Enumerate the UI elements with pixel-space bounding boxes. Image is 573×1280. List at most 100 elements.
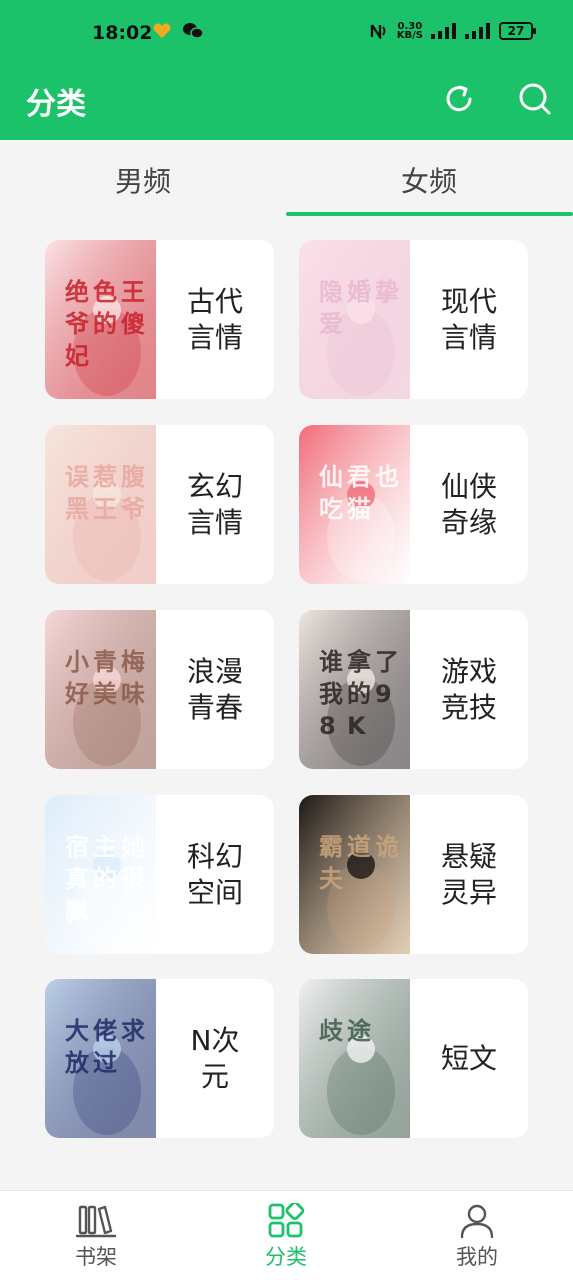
category-label: 游戏竞技 [440, 654, 497, 724]
svg-text:歧: 歧 [319, 1017, 344, 1045]
svg-text:主: 主 [93, 833, 117, 861]
svg-text:很: 很 [121, 865, 145, 893]
book-cover-image: 绝色王爷的傻妃 [45, 240, 156, 399]
svg-text:也: 也 [375, 463, 399, 491]
book-cover-image: 小青梅好美味 [45, 610, 156, 769]
svg-text:梅: 梅 [121, 648, 145, 676]
svg-text:仙: 仙 [319, 463, 343, 491]
svg-text:爷: 爷 [65, 310, 90, 338]
refresh-button[interactable] [440, 80, 478, 118]
category-label: 短文 [440, 1041, 497, 1075]
svg-text:好: 好 [64, 680, 89, 708]
nav-category[interactable]: 分类 [236, 1203, 336, 1271]
svg-text:霸: 霸 [319, 833, 343, 861]
svg-text:求: 求 [121, 1017, 145, 1045]
category-label: 现代言情 [440, 284, 497, 354]
svg-text:色: 色 [93, 278, 117, 306]
svg-text:她: 她 [121, 833, 145, 861]
signal-icon-2 [465, 23, 490, 39]
svg-text:的: 的 [93, 310, 117, 338]
page-title: 分类 [26, 87, 86, 122]
category-card[interactable]: 仙君也吃猫仙侠奇缘 [299, 425, 528, 584]
svg-text:腹: 腹 [121, 463, 146, 491]
battery-indicator: 27 [499, 22, 536, 40]
svg-text:诡: 诡 [375, 833, 399, 861]
status-time: 18:02 [92, 22, 153, 44]
svg-text:青: 青 [93, 648, 117, 676]
svg-text:猫: 猫 [347, 495, 371, 523]
category-card[interactable]: 误惹腹黑王爷玄幻言情 [45, 425, 274, 584]
category-label: 浪漫青春 [186, 654, 243, 724]
channel-tabs: 男频 女频 [0, 140, 573, 220]
category-card[interactable]: 大佬求放过 N次元 [45, 979, 274, 1138]
category-label: 科幻空间 [186, 839, 243, 909]
svg-text:过: 过 [93, 1049, 117, 1077]
svg-text:婚: 婚 [347, 278, 371, 306]
svg-text:的: 的 [93, 865, 117, 893]
nav-profile[interactable]: 我的 [427, 1203, 527, 1271]
svg-text:9: 9 [375, 680, 392, 708]
category-label: N次元 [190, 1023, 240, 1093]
nav-bookshelf[interactable]: 书架 [46, 1203, 146, 1271]
svg-text:美: 美 [93, 680, 117, 708]
book-cover-image: 误惹腹黑王爷 [45, 425, 156, 584]
category-card[interactable]: 绝色王爷的傻妃古代言情 [45, 240, 274, 399]
category-icon [268, 1203, 305, 1238]
svg-text:黑: 黑 [65, 495, 89, 523]
svg-text:的: 的 [347, 680, 371, 708]
category-card[interactable]: 谁拿了我的 9 8 K 游戏竞技 [299, 610, 528, 769]
svg-text:飘: 飘 [65, 897, 89, 925]
svg-text:绝: 绝 [65, 278, 89, 306]
svg-text:味: 味 [121, 680, 145, 708]
category-card[interactable]: 宿主她真的很飘科幻空间 [45, 795, 274, 954]
svg-text:K: K [347, 712, 367, 740]
search-icon [519, 83, 551, 115]
svg-text:拿: 拿 [347, 648, 372, 676]
category-label: 玄幻言情 [186, 469, 243, 539]
svg-text:道: 道 [347, 833, 371, 861]
svg-text:妃: 妃 [65, 342, 89, 370]
refresh-icon [446, 85, 472, 112]
svg-text:王: 王 [93, 495, 117, 523]
book-cover-image: 仙君也吃猫 [299, 425, 410, 584]
network-speed: 0.30 KB/S [396, 21, 423, 41]
svg-text:爷: 爷 [121, 495, 146, 523]
nfc-icon [370, 24, 386, 39]
tab-female[interactable]: 女频 [286, 160, 572, 200]
category-card[interactable]: 隐婚挚爱 现代言情 [299, 240, 528, 399]
svg-text:傻: 傻 [121, 310, 145, 338]
svg-text:吃: 吃 [319, 495, 343, 523]
search-button[interactable] [515, 79, 555, 119]
app-bar: 分类 [0, 66, 573, 140]
svg-text:大: 大 [65, 1017, 89, 1045]
svg-text:爱: 爱 [319, 310, 343, 338]
category-card[interactable]: 小青梅好美味浪漫青春 [45, 610, 274, 769]
svg-text:真: 真 [65, 865, 89, 893]
bookshelf-icon [76, 1205, 116, 1238]
book-cover-image: 霸道诡夫 [299, 795, 410, 954]
book-cover-image: 宿主她真的很飘 [45, 795, 156, 954]
category-label: 悬疑灵异 [440, 839, 497, 909]
category-label: 仙侠奇缘 [440, 469, 497, 539]
category-card[interactable]: 霸道诡夫悬疑灵异 [299, 795, 528, 954]
svg-text:挚: 挚 [375, 278, 399, 306]
book-cover-image: 大佬求放过 [45, 979, 156, 1138]
svg-text:途: 途 [347, 1017, 372, 1045]
svg-text:我: 我 [319, 680, 343, 708]
svg-text:宿: 宿 [65, 833, 89, 861]
svg-text:谁: 谁 [319, 648, 343, 676]
svg-text:放: 放 [64, 1049, 90, 1077]
nav-profile-label: 我的 [456, 1245, 498, 1269]
category-card[interactable]: 歧途短文 [299, 979, 528, 1138]
book-cover-image: 谁拿了我的9 8K [299, 610, 410, 769]
profile-icon [460, 1204, 494, 1239]
svg-text:小: 小 [65, 648, 89, 676]
status-bar: 18:02 0.30 KB/S 27 [0, 0, 573, 66]
svg-text:隐: 隐 [319, 278, 343, 306]
svg-text:夫: 夫 [319, 865, 344, 893]
tab-male[interactable]: 男频 [0, 160, 286, 200]
svg-text:君: 君 [347, 463, 371, 491]
nav-category-label: 分类 [265, 1245, 307, 1269]
wechat-icon [183, 23, 204, 39]
svg-text:王: 王 [121, 278, 145, 306]
